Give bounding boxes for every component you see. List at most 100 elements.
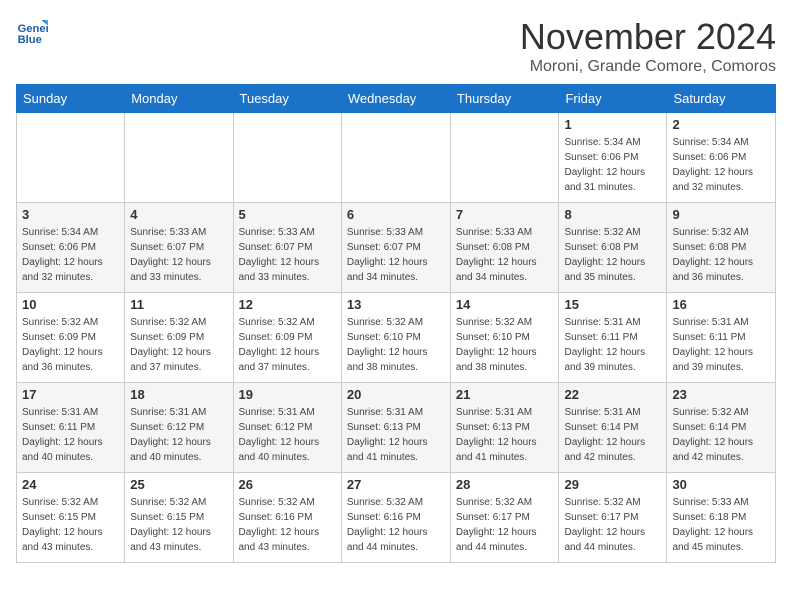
- day-number: 15: [564, 297, 661, 312]
- day-info: Sunrise: 5:31 AM Sunset: 6:11 PM Dayligh…: [564, 315, 661, 375]
- day-cell: 30Sunrise: 5:33 AM Sunset: 6:18 PM Dayli…: [667, 473, 776, 563]
- day-info: Sunrise: 5:31 AM Sunset: 6:11 PM Dayligh…: [22, 405, 119, 465]
- day-cell: 3 Sunrise: 5:34 AM Sunset: 6:06 PM Daylig…: [17, 203, 125, 293]
- day-number: 30: [672, 477, 770, 492]
- day-number: 6: [347, 207, 445, 222]
- day-cell: 18Sunrise: 5:31 AM Sunset: 6:12 PM Dayli…: [125, 383, 233, 473]
- day-cell: 22 Sunrise: 5:31 AM Sunset: 6:14 PM Dayli…: [559, 383, 667, 473]
- day-info: Sunrise: 5:32 AM Sunset: 6:08 PM Dayligh…: [564, 225, 661, 285]
- day-cell: [450, 113, 559, 203]
- week-row-1: 1 Sunrise: 5:34 AM Sunset: 6:06 PM Daylig…: [17, 113, 776, 203]
- day-info: Sunrise: 5:31 AM Sunset: 6:11 PM Dayligh…: [672, 315, 770, 375]
- day-info: Sunrise: 5:32 AM Sunset: 6:16 PM Dayligh…: [347, 495, 445, 555]
- day-info: Sunrise: 5:31 AM Sunset: 6:12 PM Dayligh…: [130, 405, 227, 465]
- day-info: Sunrise: 5:34 AM Sunset: 6:06 PM Dayligh…: [672, 135, 770, 195]
- day-cell: 6 Sunrise: 5:33 AM Sunset: 6:07 PM Daylig…: [341, 203, 450, 293]
- day-info: Sunrise: 5:32 AM Sunset: 6:14 PM Dayligh…: [672, 405, 770, 465]
- header: General Blue November 2024 Moroni, Grand…: [16, 16, 776, 76]
- day-cell: 21 Sunrise: 5:31 AM Sunset: 6:13 PM Dayli…: [450, 383, 559, 473]
- day-number: 9: [672, 207, 770, 222]
- day-info: Sunrise: 5:33 AM Sunset: 6:08 PM Dayligh…: [456, 225, 554, 285]
- day-info: Sunrise: 5:31 AM Sunset: 6:13 PM Dayligh…: [347, 405, 445, 465]
- day-number: 7: [456, 207, 554, 222]
- day-cell: 8 Sunrise: 5:32 AM Sunset: 6:08 PM Daylig…: [559, 203, 667, 293]
- day-number: 29: [564, 477, 661, 492]
- day-cell: 2 Sunrise: 5:34 AM Sunset: 6:06 PM Daylig…: [667, 113, 776, 203]
- svg-text:General: General: [18, 23, 48, 35]
- day-number: 11: [130, 297, 227, 312]
- day-header-tuesday: Tuesday: [233, 85, 341, 113]
- day-cell: 23 Sunrise: 5:32 AM Sunset: 6:14 PM Dayli…: [667, 383, 776, 473]
- day-number: 10: [22, 297, 119, 312]
- day-number: 27: [347, 477, 445, 492]
- title-area: November 2024 Moroni, Grande Comore, Com…: [520, 16, 776, 76]
- day-cell: 19 Sunrise: 5:31 AM Sunset: 6:12 PM Dayli…: [233, 383, 341, 473]
- day-header-friday: Friday: [559, 85, 667, 113]
- day-number: 23: [672, 387, 770, 402]
- subtitle: Moroni, Grande Comore, Comoros: [520, 58, 776, 76]
- day-info: Sunrise: 5:32 AM Sunset: 6:10 PM Dayligh…: [347, 315, 445, 375]
- calendar: SundayMondayTuesdayWednesdayThursdayFrid…: [16, 84, 776, 563]
- day-info: Sunrise: 5:34 AM Sunset: 6:06 PM Dayligh…: [564, 135, 661, 195]
- day-info: Sunrise: 5:31 AM Sunset: 6:12 PM Dayligh…: [239, 405, 336, 465]
- day-cell: 5Sunrise: 5:33 AM Sunset: 6:07 PM Daylig…: [233, 203, 341, 293]
- day-number: 19: [239, 387, 336, 402]
- day-cell: [17, 113, 125, 203]
- day-number: 17: [22, 387, 119, 402]
- day-number: 8: [564, 207, 661, 222]
- day-number: 14: [456, 297, 554, 312]
- calendar-header-row: SundayMondayTuesdayWednesdayThursdayFrid…: [17, 85, 776, 113]
- day-number: 13: [347, 297, 445, 312]
- day-header-saturday: Saturday: [667, 85, 776, 113]
- day-cell: 1 Sunrise: 5:34 AM Sunset: 6:06 PM Daylig…: [559, 113, 667, 203]
- day-number: 21: [456, 387, 554, 402]
- day-cell: 15 Sunrise: 5:31 AM Sunset: 6:11 PM Dayli…: [559, 293, 667, 383]
- day-header-monday: Monday: [125, 85, 233, 113]
- svg-text:Blue: Blue: [18, 34, 42, 46]
- logo-icon: General Blue: [16, 16, 48, 48]
- day-cell: 20 Sunrise: 5:31 AM Sunset: 6:13 PM Dayli…: [341, 383, 450, 473]
- day-number: 2: [672, 117, 770, 132]
- day-info: Sunrise: 5:32 AM Sunset: 6:17 PM Dayligh…: [564, 495, 661, 555]
- day-cell: 10 Sunrise: 5:32 AM Sunset: 6:09 PM Dayli…: [17, 293, 125, 383]
- day-cell: 13 Sunrise: 5:32 AM Sunset: 6:10 PM Dayli…: [341, 293, 450, 383]
- day-cell: 12Sunrise: 5:32 AM Sunset: 6:09 PM Dayli…: [233, 293, 341, 383]
- day-number: 28: [456, 477, 554, 492]
- day-info: Sunrise: 5:31 AM Sunset: 6:13 PM Dayligh…: [456, 405, 554, 465]
- day-info: Sunrise: 5:32 AM Sunset: 6:15 PM Dayligh…: [130, 495, 227, 555]
- day-info: Sunrise: 5:34 AM Sunset: 6:06 PM Dayligh…: [22, 225, 119, 285]
- day-cell: 9 Sunrise: 5:32 AM Sunset: 6:08 PM Daylig…: [667, 203, 776, 293]
- day-number: 20: [347, 387, 445, 402]
- day-number: 22: [564, 387, 661, 402]
- day-info: Sunrise: 5:33 AM Sunset: 6:07 PM Dayligh…: [130, 225, 227, 285]
- day-header-sunday: Sunday: [17, 85, 125, 113]
- day-info: Sunrise: 5:32 AM Sunset: 6:10 PM Dayligh…: [456, 315, 554, 375]
- day-cell: 25 Sunrise: 5:32 AM Sunset: 6:15 PM Dayli…: [125, 473, 233, 563]
- week-row-4: 17 Sunrise: 5:31 AM Sunset: 6:11 PM Dayli…: [17, 383, 776, 473]
- day-info: Sunrise: 5:31 AM Sunset: 6:14 PM Dayligh…: [564, 405, 661, 465]
- day-number: 25: [130, 477, 227, 492]
- day-info: Sunrise: 5:32 AM Sunset: 6:09 PM Dayligh…: [239, 315, 336, 375]
- day-cell: 26Sunrise: 5:32 AM Sunset: 6:16 PM Dayli…: [233, 473, 341, 563]
- day-header-wednesday: Wednesday: [341, 85, 450, 113]
- day-number: 24: [22, 477, 119, 492]
- day-cell: 24Sunrise: 5:32 AM Sunset: 6:15 PM Dayli…: [17, 473, 125, 563]
- day-info: Sunrise: 5:33 AM Sunset: 6:07 PM Dayligh…: [347, 225, 445, 285]
- day-number: 16: [672, 297, 770, 312]
- day-cell: [125, 113, 233, 203]
- day-cell: 4 Sunrise: 5:33 AM Sunset: 6:07 PM Daylig…: [125, 203, 233, 293]
- day-cell: 16 Sunrise: 5:31 AM Sunset: 6:11 PM Dayli…: [667, 293, 776, 383]
- day-cell: 7 Sunrise: 5:33 AM Sunset: 6:08 PM Daylig…: [450, 203, 559, 293]
- month-title: November 2024: [520, 16, 776, 58]
- day-info: Sunrise: 5:32 AM Sunset: 6:09 PM Dayligh…: [22, 315, 119, 375]
- day-info: Sunrise: 5:32 AM Sunset: 6:08 PM Dayligh…: [672, 225, 770, 285]
- day-number: 4: [130, 207, 227, 222]
- day-info: Sunrise: 5:32 AM Sunset: 6:17 PM Dayligh…: [456, 495, 554, 555]
- day-header-thursday: Thursday: [450, 85, 559, 113]
- day-cell: 11Sunrise: 5:32 AM Sunset: 6:09 PM Dayli…: [125, 293, 233, 383]
- day-info: Sunrise: 5:33 AM Sunset: 6:07 PM Dayligh…: [239, 225, 336, 285]
- day-number: 3: [22, 207, 119, 222]
- logo: General Blue: [16, 16, 48, 48]
- week-row-3: 10 Sunrise: 5:32 AM Sunset: 6:09 PM Dayli…: [17, 293, 776, 383]
- day-number: 1: [564, 117, 661, 132]
